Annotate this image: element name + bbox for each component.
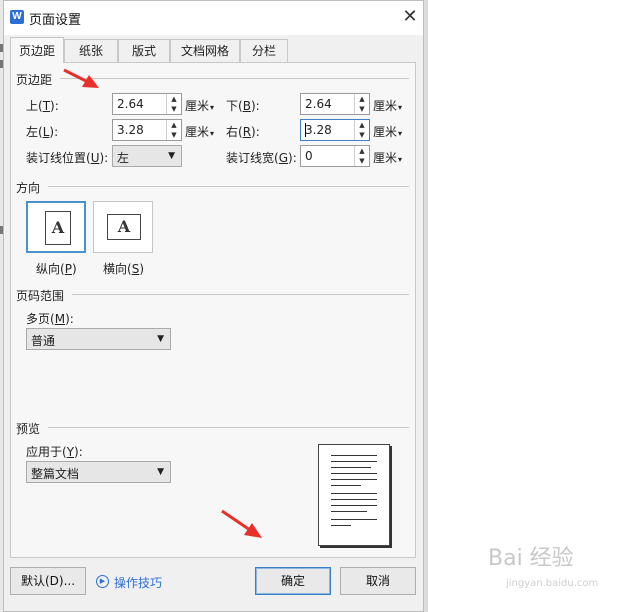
preview-text-line <box>331 473 377 474</box>
baidu-watermark: Bai 经验 <box>488 546 574 571</box>
tab-margins[interactable]: 页边距 <box>10 37 64 63</box>
top-margin-label: 上(T): <box>26 99 59 113</box>
chevron-down-icon: ▼ <box>168 151 175 161</box>
orientation-section-title: 方向 <box>16 181 41 195</box>
preview-text-line <box>331 505 377 506</box>
multiple-pages-label: 多页(M): <box>26 312 74 326</box>
preview-text-line <box>331 499 377 500</box>
portrait-label: 纵向(P) <box>36 262 77 276</box>
dialog-title: 页面设置 <box>29 13 82 28</box>
left-margin-input[interactable]: 3.28 ▲ ▼ <box>112 119 182 141</box>
apply-to-label: 应用于(Y): <box>26 445 83 459</box>
spin-arrows[interactable]: ▲ ▼ <box>354 120 369 140</box>
spin-arrows[interactable]: ▲ ▼ <box>354 94 369 114</box>
gutter-position-select[interactable]: 左 ▼ <box>112 145 182 167</box>
preview-text-line <box>331 519 377 520</box>
page-range-section-title: 页码范围 <box>16 289 65 303</box>
background-scroll-strip <box>424 0 428 612</box>
portrait-page-icon: A <box>45 211 71 245</box>
preview-text-line <box>331 479 377 480</box>
section-divider <box>48 427 409 428</box>
spin-arrows[interactable]: ▲ ▼ <box>354 146 369 166</box>
cancel-button[interactable]: 取消 <box>340 567 416 595</box>
spin-arrows[interactable]: ▲ ▼ <box>166 120 181 140</box>
right-margin-unit[interactable]: 厘米▾ <box>373 123 402 140</box>
section-divider <box>72 294 409 295</box>
gutter-position-label: 装订线位置(U): <box>26 151 109 165</box>
text-caret <box>305 123 306 137</box>
landscape-page-icon: A <box>107 214 141 240</box>
preview-text-line <box>331 485 361 486</box>
wps-writer-icon: W <box>10 10 24 24</box>
preview-text-line <box>331 461 377 462</box>
tab-paper[interactable]: 纸张 <box>64 39 118 62</box>
top-margin-unit[interactable]: 厘米▾ <box>185 97 214 114</box>
preview-text-line <box>331 493 377 494</box>
preview-text-line <box>331 455 377 456</box>
margins-section-title: 页边距 <box>16 73 53 87</box>
right-margin-label: 右(R): <box>226 125 260 139</box>
top-margin-input[interactable]: 2.64 ▲ ▼ <box>112 93 182 115</box>
gutter-width-label: 装订线宽(G): <box>226 151 297 165</box>
play-icon[interactable]: ▶ <box>96 575 109 588</box>
title-bar: W 页面设置 ✕ <box>4 1 423 35</box>
landscape-option[interactable]: A <box>93 201 153 253</box>
tab-layout[interactable]: 版式 <box>118 39 170 62</box>
chevron-down-icon: ▼ <box>157 467 164 477</box>
ok-button[interactable]: 确定 <box>255 567 331 595</box>
page-setup-dialog: W 页面设置 ✕ 页边距 纸张 版式 文档网格 分栏 页边距 上(T): 2.6… <box>3 0 424 612</box>
tab-document-grid[interactable]: 文档网格 <box>170 39 240 62</box>
bottom-margin-input[interactable]: 2.64 ▲ ▼ <box>300 93 370 115</box>
apply-to-select[interactable]: 整篇文档 ▼ <box>26 461 171 483</box>
preview-section-title: 预览 <box>16 422 41 436</box>
left-margin-label: 左(L): <box>26 125 59 139</box>
left-margin-unit[interactable]: 厘米▾ <box>185 123 214 140</box>
tab-columns[interactable]: 分栏 <box>240 39 288 62</box>
portrait-option[interactable]: A <box>26 201 86 253</box>
background-document-area <box>424 0 635 612</box>
section-divider <box>60 78 409 79</box>
close-icon[interactable]: ✕ <box>400 7 420 27</box>
section-divider <box>48 186 409 187</box>
bottom-margin-unit[interactable]: 厘米▾ <box>373 97 402 114</box>
preview-text-line <box>331 525 351 526</box>
right-margin-input[interactable]: 3.28 ▲ ▼ <box>300 119 370 141</box>
bottom-margin-label: 下(B): <box>226 99 260 113</box>
baidu-watermark-url: jingyan.baidu.com <box>506 578 599 589</box>
operation-tips-link[interactable]: 操作技巧 <box>114 574 162 591</box>
multiple-pages-select[interactable]: 普通 ▼ <box>26 328 171 350</box>
landscape-label: 横向(S) <box>103 262 145 276</box>
chevron-down-icon: ▼ <box>157 334 164 344</box>
default-button[interactable]: 默认(D)... <box>10 567 86 595</box>
spin-arrows[interactable]: ▲ ▼ <box>166 94 181 114</box>
preview-text-line <box>331 467 371 468</box>
preview-text-line <box>331 511 367 512</box>
gutter-width-unit[interactable]: 厘米▾ <box>373 149 402 166</box>
gutter-width-input[interactable]: 0 ▲ ▼ <box>300 145 370 167</box>
page-preview <box>318 444 390 546</box>
